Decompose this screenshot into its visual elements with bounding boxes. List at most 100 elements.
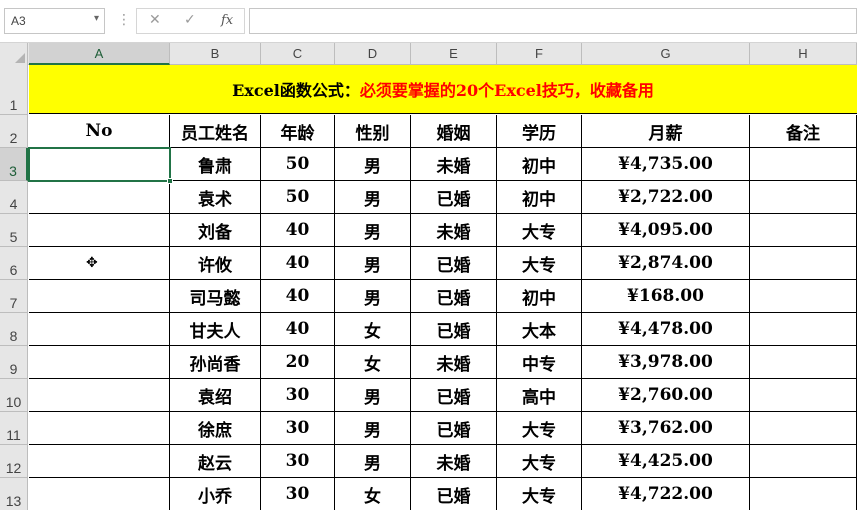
table-cell-age[interactable]: 50 [261,148,335,181]
row-header-3[interactable]: 3 [0,148,28,181]
chevron-down-icon[interactable]: ▾ [94,13,99,24]
formula-input[interactable] [249,8,857,34]
table-cell-gender[interactable]: 女 [335,313,411,346]
table-cell-marriage[interactable]: 已婚 [411,412,497,445]
table-cell-no[interactable] [29,247,170,280]
row-header-9[interactable]: 9 [0,346,28,379]
row-header-7[interactable]: 7 [0,280,28,313]
header-cell-no[interactable]: No [29,115,170,148]
table-cell-gender[interactable]: 男 [335,445,411,478]
row-header-10[interactable]: 10 [0,379,28,412]
table-cell-age[interactable]: 20 [261,346,335,379]
table-cell-gender[interactable]: 男 [335,214,411,247]
row-header-1[interactable]: 1 [0,65,28,115]
table-cell-no[interactable] [29,148,170,181]
table-cell-name[interactable]: 鲁肃 [170,148,261,181]
table-cell-gender[interactable]: 男 [335,247,411,280]
table-cell-gender[interactable]: 男 [335,379,411,412]
table-cell-marriage[interactable]: 未婚 [411,445,497,478]
table-cell-salary[interactable]: ¥4,478.00 [582,313,750,346]
table-cell-no[interactable] [29,313,170,346]
table-cell-education[interactable]: 大专 [497,214,582,247]
header-cell-remark[interactable]: 备注 [750,115,857,148]
table-cell-age[interactable]: 30 [261,379,335,412]
table-cell-salary[interactable]: ¥4,722.00 [582,478,750,510]
table-cell-remark[interactable] [750,280,857,313]
table-cell-marriage[interactable]: 未婚 [411,214,497,247]
table-cell-age[interactable]: 40 [261,247,335,280]
table-cell-remark[interactable] [750,346,857,379]
header-cell-salary[interactable]: 月薪 [582,115,750,148]
column-header-g[interactable]: G [582,43,750,65]
table-cell-age[interactable]: 50 [261,181,335,214]
table-cell-salary[interactable]: ¥4,095.00 [582,214,750,247]
table-cell-remark[interactable] [750,148,857,181]
table-cell-salary[interactable]: ¥2,722.00 [582,181,750,214]
table-cell-salary[interactable]: ¥2,874.00 [582,247,750,280]
table-cell-remark[interactable] [750,181,857,214]
header-cell-name[interactable]: 员工姓名 [170,115,261,148]
table-cell-remark[interactable] [750,445,857,478]
table-cell-education[interactable]: 大专 [497,478,582,510]
row-header-6[interactable]: 6 [0,247,28,280]
table-cell-age[interactable]: 30 [261,478,335,510]
table-cell-education[interactable]: 大专 [497,247,582,280]
table-cell-name[interactable]: 袁绍 [170,379,261,412]
table-cell-gender[interactable]: 女 [335,346,411,379]
header-cell-education[interactable]: 学历 [497,115,582,148]
table-cell-no[interactable] [29,280,170,313]
title-cell[interactable]: Excel函数公式： 必须要掌握的20个Excel技巧，收藏备用 [29,65,857,114]
table-cell-no[interactable] [29,214,170,247]
column-header-d[interactable]: D [335,43,411,65]
table-cell-no[interactable] [29,412,170,445]
table-cell-gender[interactable]: 男 [335,181,411,214]
insert-function-icon[interactable]: fx [221,13,233,28]
table-cell-education[interactable]: 初中 [497,181,582,214]
table-cell-marriage[interactable]: 已婚 [411,379,497,412]
row-header-8[interactable]: 8 [0,313,28,346]
table-cell-age[interactable]: 40 [261,313,335,346]
header-cell-gender[interactable]: 性别 [335,115,411,148]
table-cell-age[interactable]: 40 [261,214,335,247]
table-cell-name[interactable]: 徐庶 [170,412,261,445]
table-cell-gender[interactable]: 男 [335,280,411,313]
table-cell-gender[interactable]: 男 [335,148,411,181]
table-cell-name[interactable]: 袁术 [170,181,261,214]
cancel-icon[interactable]: ✕ [149,12,161,28]
table-cell-no[interactable] [29,346,170,379]
table-cell-remark[interactable] [750,214,857,247]
drag-handle-icon[interactable]: ⋮ [117,12,131,28]
table-cell-education[interactable]: 初中 [497,280,582,313]
table-cell-no[interactable] [29,181,170,214]
table-cell-marriage[interactable]: 未婚 [411,346,497,379]
column-header-e[interactable]: E [411,43,497,65]
header-cell-age[interactable]: 年龄 [261,115,335,148]
table-cell-name[interactable]: 小乔 [170,478,261,510]
row-header-5[interactable]: 5 [0,214,28,247]
table-cell-marriage[interactable]: 未婚 [411,148,497,181]
column-header-f[interactable]: F [497,43,582,65]
table-cell-education[interactable]: 初中 [497,148,582,181]
table-cell-education[interactable]: 中专 [497,346,582,379]
table-cell-age[interactable]: 30 [261,412,335,445]
table-cell-education[interactable]: 大专 [497,445,582,478]
table-cell-marriage[interactable]: 已婚 [411,247,497,280]
table-cell-salary[interactable]: ¥2,760.00 [582,379,750,412]
table-cell-marriage[interactable]: 已婚 [411,181,497,214]
row-header-12[interactable]: 12 [0,445,28,478]
table-cell-gender[interactable]: 男 [335,412,411,445]
table-cell-name[interactable]: 许攸 [170,247,261,280]
table-cell-education[interactable]: 大专 [497,412,582,445]
name-box[interactable]: A3 ▾ [4,8,105,34]
table-cell-name[interactable]: 孙尚香 [170,346,261,379]
enter-icon[interactable]: ✓ [184,12,196,28]
table-cell-marriage[interactable]: 已婚 [411,478,497,510]
table-cell-name[interactable]: 刘备 [170,214,261,247]
table-cell-education[interactable]: 大本 [497,313,582,346]
table-cell-no[interactable] [29,379,170,412]
table-cell-salary[interactable]: ¥3,978.00 [582,346,750,379]
table-cell-remark[interactable] [750,379,857,412]
table-cell-salary[interactable]: ¥4,425.00 [582,445,750,478]
table-cell-no[interactable] [29,445,170,478]
table-cell-salary[interactable]: ¥3,762.00 [582,412,750,445]
